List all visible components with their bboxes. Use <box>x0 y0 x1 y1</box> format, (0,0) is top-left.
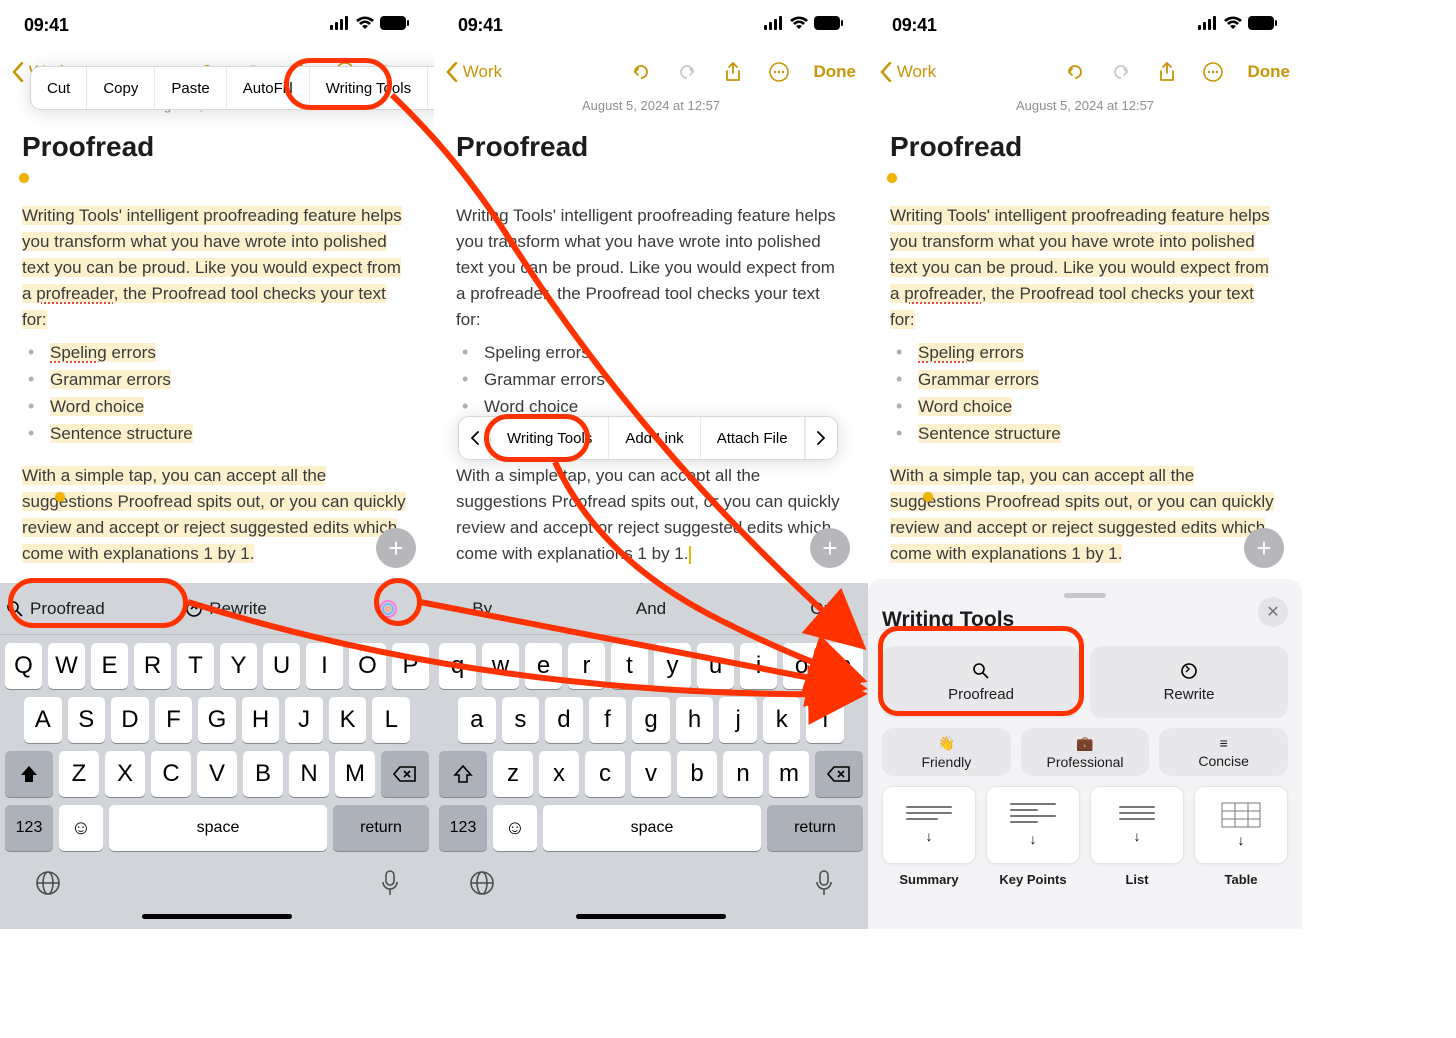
proofread-card[interactable]: Proofread <box>882 646 1080 718</box>
menu-writing-tools[interactable]: Writing Tools <box>310 67 428 109</box>
friendly-card[interactable]: 👋Friendly <box>882 728 1011 776</box>
signal-icon <box>330 16 350 35</box>
screen-3: 09:41 Work Done August 5, 2024 at 12:57 … <box>868 0 1302 929</box>
menu-add-link[interactable]: Add Link <box>609 417 700 459</box>
edit-menu-popover: Cut Copy Paste AutoFill Writing Tools <box>30 66 461 110</box>
back-button[interactable]: Work <box>880 62 936 82</box>
backspace-key[interactable] <box>815 751 863 797</box>
list-card[interactable]: ↓ List <box>1090 786 1184 887</box>
back-button[interactable]: Work <box>446 62 502 82</box>
edit-menu-popover-2: Writing Tools Add Link Attach File <box>458 416 838 460</box>
table-icon <box>1221 802 1261 828</box>
cycle-icon <box>1180 662 1198 680</box>
summary-card[interactable]: ↓ Summary <box>882 786 976 887</box>
suggestion-rewrite[interactable]: Rewrite <box>185 599 267 619</box>
rewrite-card[interactable]: Rewrite <box>1090 646 1288 718</box>
battery-icon <box>380 16 410 35</box>
status-bar: 09:41 <box>0 0 434 50</box>
menu-cut[interactable]: Cut <box>31 67 87 109</box>
screen-2: 09:41 Work Done August 5, 2024 at 12:57 … <box>434 0 868 929</box>
sel-handle-end[interactable] <box>923 492 933 502</box>
briefcase-icon: 💼 <box>1076 735 1093 752</box>
menu-autofill[interactable]: AutoFill <box>227 67 310 109</box>
menu-prev-icon[interactable] <box>459 417 491 459</box>
table-card[interactable]: ↓ Table <box>1194 786 1288 887</box>
add-button[interactable]: + <box>810 528 850 568</box>
sel-handle-start[interactable] <box>19 173 29 183</box>
mic-icon[interactable] <box>380 869 400 902</box>
wifi-icon <box>790 16 808 35</box>
numbers-key[interactable]: 123 <box>5 805 53 851</box>
sheet-grabber[interactable] <box>1064 593 1106 598</box>
writing-tools-sheet: Writing Tools ✕ Proofread Rewrite 👋Frien… <box>868 579 1302 929</box>
home-indicator[interactable] <box>142 914 292 919</box>
done-button[interactable]: Done <box>814 62 857 82</box>
suggestion-or[interactable]: Or <box>778 599 862 619</box>
return-key[interactable]: return <box>333 805 429 851</box>
wifi-icon <box>1224 16 1242 35</box>
space-key[interactable]: space <box>109 805 327 851</box>
keypoints-card[interactable]: ↓ Key Points <box>986 786 1080 887</box>
signal-icon <box>764 16 784 35</box>
done-button[interactable]: Done <box>1248 62 1291 82</box>
menu-writing-tools[interactable]: Writing Tools <box>491 417 609 459</box>
more-icon[interactable] <box>768 61 790 83</box>
wifi-icon <box>356 16 374 35</box>
suggestion-proofread[interactable]: Proofread <box>6 599 105 619</box>
body-paragraph-2: With a simple tap, you can accept all th… <box>22 466 406 563</box>
keyboard[interactable]: Proofread Rewrite QWERTYUIOP ASDFGHJKL Z… <box>0 583 434 929</box>
share-icon[interactable] <box>1156 61 1178 83</box>
globe-icon[interactable] <box>468 869 496 902</box>
screen-1: 09:41 Work Done August 5, 2024 at 12:57 … <box>0 0 434 929</box>
menu-attach-file[interactable]: Attach File <box>701 417 805 459</box>
shift-key[interactable] <box>439 751 487 797</box>
more-icon[interactable] <box>1202 61 1224 83</box>
close-button[interactable]: ✕ <box>1258 597 1288 627</box>
status-icons <box>330 16 410 35</box>
apple-intelligence-icon[interactable] <box>347 595 428 623</box>
magnifier-icon <box>972 662 990 680</box>
suggestion-by[interactable]: By <box>440 599 524 619</box>
redo-icon <box>676 61 698 83</box>
battery-icon <box>814 16 844 35</box>
undo-icon[interactable] <box>1064 61 1086 83</box>
note-title: Proofread <box>22 131 412 163</box>
concise-card[interactable]: ≡Concise <box>1159 728 1288 776</box>
redo-icon <box>1110 61 1132 83</box>
signal-icon <box>1198 16 1218 35</box>
undo-icon[interactable] <box>630 61 652 83</box>
professional-card[interactable]: 💼Professional <box>1021 728 1150 776</box>
body-paragraph-1: Writing Tools' intelligent proofreading … <box>22 206 402 329</box>
shift-key[interactable] <box>5 751 53 797</box>
body-list: Speling errors Grammar errors Word choic… <box>22 339 412 447</box>
note-content[interactable]: Proofread Writing Tools' intelligent pro… <box>0 121 434 567</box>
add-button[interactable]: + <box>376 528 416 568</box>
mic-icon[interactable] <box>814 869 834 902</box>
add-button[interactable]: + <box>1244 528 1284 568</box>
sheet-title: Writing Tools <box>882 608 1288 632</box>
menu-paste[interactable]: Paste <box>155 67 226 109</box>
sel-handle-start[interactable] <box>887 173 897 183</box>
backspace-key[interactable] <box>381 751 429 797</box>
emoji-key[interactable]: ☺ <box>59 805 103 851</box>
battery-icon <box>1248 16 1278 35</box>
wave-icon: 👋 <box>938 735 955 752</box>
compress-icon: ≡ <box>1220 735 1228 751</box>
text-cursor <box>689 546 691 564</box>
menu-next-icon[interactable] <box>805 417 837 459</box>
status-time: 09:41 <box>24 15 69 36</box>
share-icon[interactable] <box>722 61 744 83</box>
sel-handle-end[interactable] <box>55 492 65 502</box>
globe-icon[interactable] <box>34 869 62 902</box>
keyboard[interactable]: By And Or qwertyuiop asdfghjkl zxcvbnm 1… <box>434 583 868 929</box>
menu-copy[interactable]: Copy <box>87 67 155 109</box>
suggestion-and[interactable]: And <box>609 599 693 619</box>
